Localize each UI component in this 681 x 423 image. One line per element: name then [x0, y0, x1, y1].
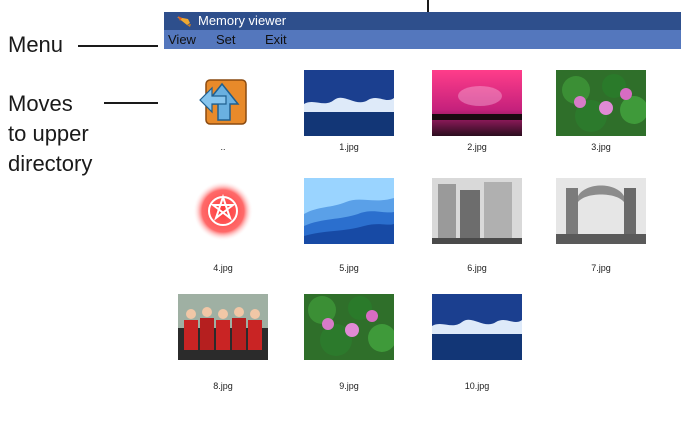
thumbnail-9[interactable]: 9.jpg — [294, 294, 404, 402]
waves-photo — [304, 70, 394, 136]
thumbnail-8[interactable]: 8.jpg — [168, 294, 278, 402]
title-bar: Memory viewer — [164, 12, 681, 30]
callout-moves-up-line2: to upper — [8, 121, 89, 146]
up-directory-icon — [178, 70, 268, 136]
team-group-photo — [178, 294, 268, 360]
menu-exit[interactable]: Exit — [265, 30, 287, 49]
thumbnail-caption: 10.jpg — [464, 381, 490, 391]
lotus-photo — [304, 294, 396, 360]
thumbnail-caption: 7.jpg — [591, 263, 611, 273]
menu-set[interactable]: Set — [216, 30, 236, 49]
thumbnail-up-directory[interactable]: .. — [168, 70, 278, 178]
thumbnail-10[interactable]: 10.jpg — [422, 294, 532, 402]
callout-menu: Menu — [8, 32, 64, 57]
callout-menu-leader — [78, 45, 164, 47]
callout-moves-up-line1: Moves — [8, 91, 73, 116]
thumbnail-caption: 3.jpg — [591, 142, 611, 152]
thumbnail-caption: .. — [220, 142, 226, 152]
window-title: Memory viewer — [198, 13, 287, 28]
thumbnail-caption: 8.jpg — [213, 381, 233, 391]
menu-view[interactable]: View — [168, 30, 196, 49]
memory-viewer-window: Memory viewer View Set Exit .. 1.jpg 2.j… — [158, 12, 681, 423]
red-emblem-image — [178, 178, 268, 244]
thumbnail-caption: 9.jpg — [339, 381, 359, 391]
thumbnail-caption: 5.jpg — [339, 263, 359, 273]
bw-ruins-photo — [556, 178, 646, 244]
menu-bar: View Set Exit — [164, 30, 681, 49]
thumbnail-4[interactable]: 4.jpg — [168, 178, 278, 286]
callout-moves-up-line3: directory — [8, 151, 93, 176]
thumbnail-5[interactable]: 5.jpg — [294, 178, 404, 286]
blue-mountains-photo — [304, 178, 394, 244]
thumbnail-caption: 6.jpg — [467, 263, 487, 273]
thumbnail-2[interactable]: 2.jpg — [422, 70, 532, 178]
thumbnail-caption: 1.jpg — [339, 142, 359, 152]
thumbnail-3[interactable]: 3.jpg — [546, 70, 656, 178]
thumbnail-caption: 2.jpg — [467, 142, 487, 152]
callout-moves-up-leader — [104, 102, 162, 104]
waves-photo — [432, 294, 522, 360]
thumbnail-1[interactable]: 1.jpg — [294, 70, 404, 178]
thumbnail-caption: 4.jpg — [213, 263, 233, 273]
thumbnail-7[interactable]: 7.jpg — [546, 178, 656, 286]
thumbnail-6[interactable]: 6.jpg — [422, 178, 532, 286]
bw-street-photo — [432, 178, 522, 244]
lotus-photo — [556, 70, 648, 136]
sunset-photo — [432, 70, 522, 136]
